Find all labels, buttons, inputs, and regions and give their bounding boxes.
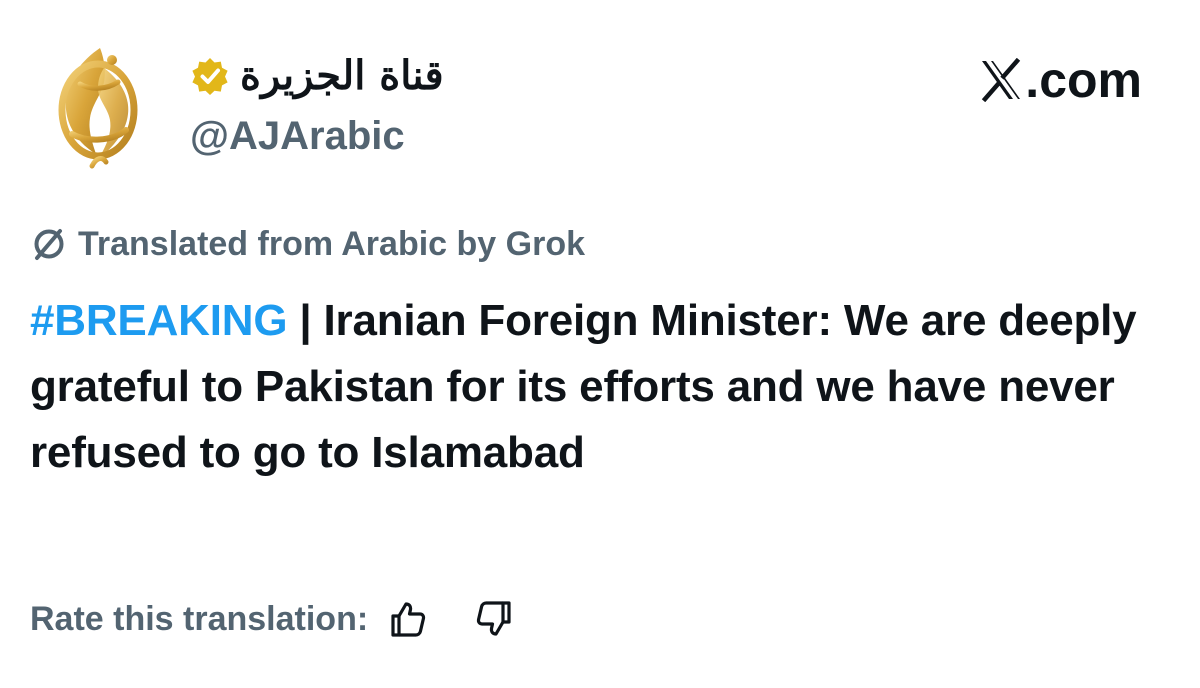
rate-translation-row: Rate this translation: — [30, 596, 516, 642]
thumbs-down-icon — [477, 601, 511, 636]
display-name-row[interactable]: قناة الجزيرة — [190, 50, 444, 102]
user-handle[interactable]: @AJArabic — [190, 116, 405, 156]
al-jazeera-logo-icon — [58, 48, 138, 169]
thumbs-up-icon — [391, 602, 426, 637]
thumbs-down-button[interactable] — [472, 597, 516, 641]
site-watermark: .com — [979, 54, 1142, 106]
site-label: .com — [1025, 52, 1142, 108]
translation-label: Translated from Arabic by Grok — [78, 225, 585, 263]
x-logo-icon — [982, 58, 1021, 102]
hashtag-link[interactable]: #BREAKING — [30, 296, 288, 345]
thumbs-up-button[interactable] — [386, 597, 430, 641]
rate-translation-label: Rate this translation: — [30, 600, 369, 638]
display-name[interactable]: قناة الجزيرة — [240, 56, 444, 96]
translation-notice: Translated from Arabic by Grok — [30, 222, 585, 266]
verified-badge-icon — [192, 58, 228, 95]
tweet-text: #BREAKING | Iranian Foreign Minister: We… — [30, 288, 1160, 486]
avatar[interactable] — [42, 38, 154, 174]
grok-icon — [34, 229, 64, 260]
